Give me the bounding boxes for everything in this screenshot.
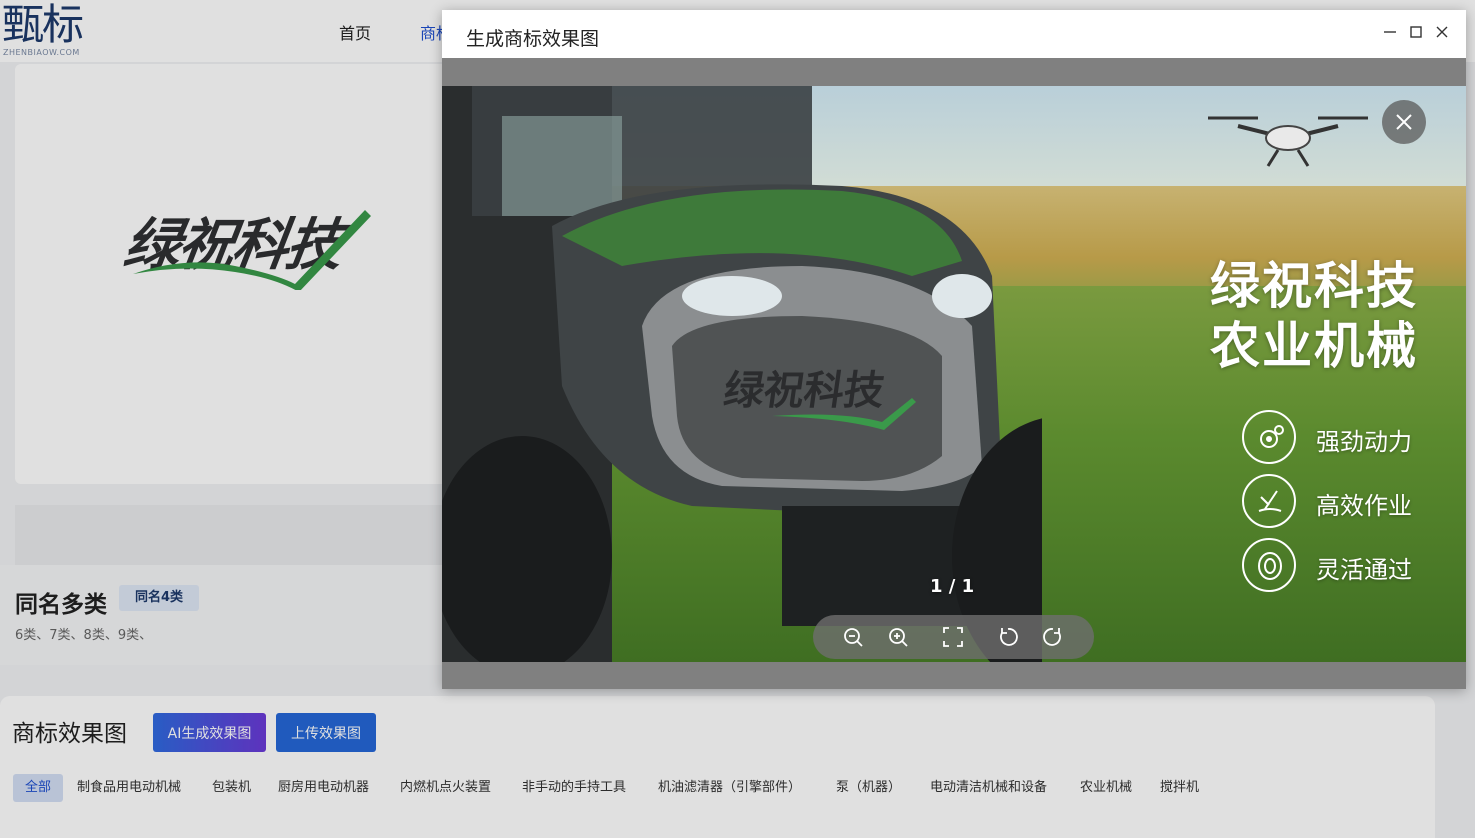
farming-tool-icon [1242,474,1296,528]
ad-line-product: 农业机械 [1210,317,1418,375]
ad-line-brand: 绿祝科技 [1210,257,1418,315]
maximize-icon[interactable] [1405,23,1427,45]
ad-feature-label: 高效作业 [1316,492,1412,520]
fullscreen-icon[interactable] [941,625,965,649]
modal-header: 生成商标效果图 [442,10,1466,58]
viewer-close-button[interactable] [1382,100,1426,144]
ad-feature-label: 强劲动力 [1316,428,1412,456]
ad-feature-label: 灵活通过 [1316,556,1412,584]
rotate-left-icon[interactable] [996,625,1020,649]
svg-text:绿祝科技: 绿祝科技 [721,368,888,414]
tire-icon [1242,538,1296,592]
ad-headline: 绿祝科技 农业机械 [1210,256,1418,376]
gear-icon [1242,410,1296,464]
minimize-icon[interactable] [1379,23,1401,45]
viewer-toolbar [813,615,1094,659]
rotate-right-icon[interactable] [1041,625,1065,649]
image-viewer[interactable]: 绿祝科技 绿祝科技 农业机械 强劲动力 高效作业 灵活通过 1 / 1 [442,86,1466,662]
image-counter: 1 / 1 [930,576,975,597]
zoom-in-icon[interactable] [886,625,910,649]
zoom-out-icon[interactable] [841,625,865,649]
effect-modal: 生成商标效果图 绿祝科技 绿祝科技 农业机械 强劲动力 高效作业 灵活通过 1 … [442,10,1466,689]
drone-icon [1208,116,1368,167]
close-icon[interactable] [1431,23,1453,45]
modal-title: 生成商标效果图 [466,28,600,50]
